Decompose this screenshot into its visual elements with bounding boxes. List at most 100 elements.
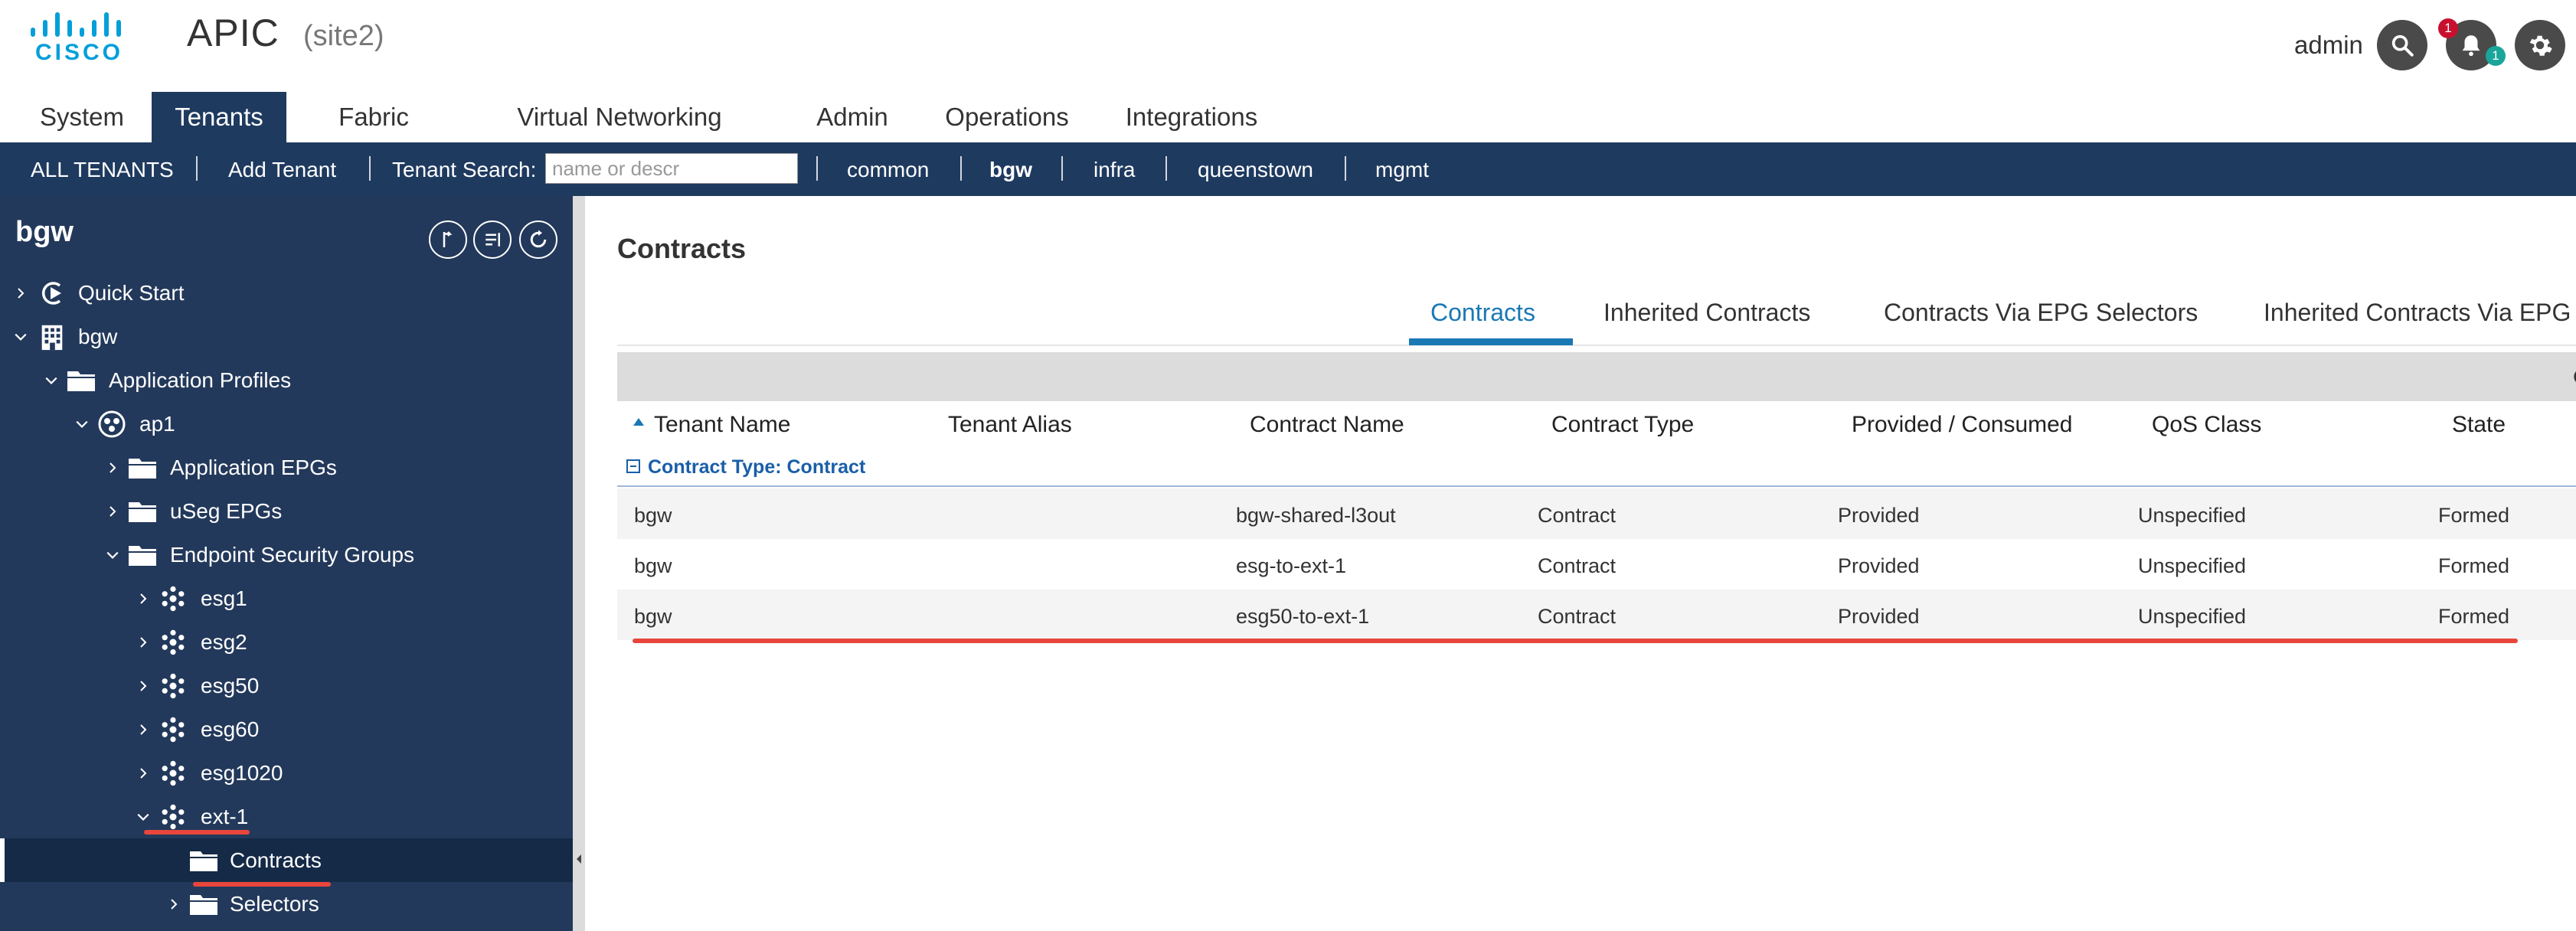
tab-tenants[interactable]: Tenants (152, 92, 286, 142)
column-contract-name[interactable]: Contract Name (1250, 412, 1404, 438)
chevron-right-icon[interactable] (165, 896, 182, 913)
group-label: Contract Type: Contract (648, 456, 866, 478)
cell-tenant: bgw (634, 554, 672, 577)
bell-icon (2462, 35, 2480, 57)
refresh-icon (2574, 371, 2576, 382)
chevron-right-icon[interactable] (135, 590, 152, 607)
tree-collapse-button[interactable] (473, 220, 512, 259)
panel-splitter[interactable] (573, 196, 585, 931)
collapse-handle-icon[interactable] (574, 844, 584, 874)
tree-item-label: esg2 (201, 629, 247, 654)
chevron-right-icon[interactable] (135, 678, 152, 694)
tree-item-application-epgs[interactable]: Application EPGs (0, 446, 573, 489)
cell-contract: bgw-shared-l3out (1236, 504, 1396, 527)
chevron-right-icon[interactable] (104, 459, 121, 476)
separator (1165, 156, 1167, 181)
tree-item-esg60[interactable]: esg60 (0, 707, 573, 751)
tree-refresh-button[interactable] (519, 220, 557, 259)
tree-item-label: ext-1 (201, 804, 249, 828)
tenant-link-infra[interactable]: infra (1093, 158, 1135, 182)
esg-icon (158, 583, 188, 614)
tenant-link-bgw[interactable]: bgw (989, 158, 1032, 182)
table-row[interactable]: bgw bgw-shared-l3out Contract Provided U… (617, 488, 2576, 539)
table-refresh-button[interactable] (2570, 364, 2576, 393)
folder-icon (127, 540, 158, 570)
cisco-logo-bars-icon (29, 9, 121, 37)
tree-item-label: esg1 (201, 586, 247, 610)
tree-item-label: Application EPGs (170, 455, 337, 479)
tree-item-label: esg60 (201, 717, 260, 741)
chevron-right-icon[interactable] (135, 721, 152, 738)
table-row[interactable]: bgw esg-to-ext-1 Contract Provided Unspe… (617, 539, 2576, 590)
table-row[interactable]: bgw esg50-to-ext-1 Contract Provided Uns… (617, 590, 2576, 640)
search-button[interactable] (2377, 20, 2427, 70)
tree-item-esg50[interactable]: esg50 (0, 664, 573, 707)
cisco-logo: CISCO (29, 9, 121, 65)
tenant-link-mgmt[interactable]: mgmt (1375, 158, 1429, 182)
cell-tenant: bgw (634, 504, 672, 527)
tab-inherited-contracts[interactable]: Inherited Contracts (1603, 299, 1810, 327)
tree-item-selectors[interactable]: Selectors (0, 882, 573, 926)
chevron-right-icon[interactable] (104, 503, 121, 520)
settings-button[interactable] (2515, 20, 2565, 70)
cell-type: Contract (1538, 504, 1617, 527)
all-tenants-link[interactable]: ALL TENANTS (31, 158, 174, 182)
tab-inherited-contracts-via-epg[interactable]: Inherited Contracts Via EPG (2264, 299, 2571, 327)
tab-system[interactable]: System (25, 92, 139, 142)
tree-item-esg1[interactable]: esg1 (0, 577, 573, 620)
tenant-search-input[interactable] (545, 153, 798, 184)
column-contract-type[interactable]: Contract Type (1551, 412, 1694, 438)
tree-item-tenant-bgw[interactable]: bgw (0, 315, 573, 358)
tab-contracts-via-epg-selectors[interactable]: Contracts Via EPG Selectors (1884, 299, 2198, 327)
tree-item-label: Contracts (230, 848, 322, 872)
tree-item-esg1020[interactable]: esg1020 (0, 751, 573, 795)
tree-expand-button[interactable] (429, 220, 467, 259)
tab-integrations[interactable]: Integrations (1113, 92, 1270, 142)
tree-item-application-profiles[interactable]: Application Profiles (0, 358, 573, 402)
chevron-down-icon[interactable] (135, 808, 152, 825)
column-tenant-name[interactable]: Tenant Name (654, 412, 790, 438)
column-tenant-alias[interactable]: Tenant Alias (948, 412, 1072, 438)
tab-virtual-networking[interactable]: Virtual Networking (501, 92, 738, 142)
esg-icon (158, 758, 188, 789)
tab-operations[interactable]: Operations (936, 92, 1078, 142)
cell-type: Contract (1538, 554, 1617, 577)
building-icon (37, 322, 67, 352)
column-state[interactable]: State (2452, 412, 2506, 438)
user-menu[interactable]: admin (2294, 31, 2363, 60)
tab-admin[interactable]: Admin (804, 92, 901, 142)
tree-item-useg-epgs[interactable]: uSeg EPGs (0, 489, 573, 533)
esg-icon (158, 714, 188, 745)
folder-icon (188, 845, 219, 876)
tree-item-esg2[interactable]: esg2 (0, 620, 573, 664)
cell-provided-consumed: Provided (1838, 554, 1920, 577)
refresh-icon (530, 230, 547, 248)
chevron-down-icon[interactable] (43, 372, 60, 389)
collapse-group-icon[interactable] (626, 459, 640, 473)
tenant-link-common[interactable]: common (847, 158, 929, 182)
tree-item-ext-1[interactable]: ext-1 (0, 795, 573, 838)
navigation-tree-panel: bgw Quick Start bgw Application Profiles… (0, 196, 573, 931)
chevron-down-icon[interactable] (74, 416, 90, 433)
chevron-right-icon[interactable] (12, 285, 29, 302)
tab-fabric[interactable]: Fabric (322, 92, 426, 142)
sort-ascending-icon[interactable] (633, 416, 645, 430)
tree-item-label: ap1 (139, 411, 175, 436)
add-tenant-link[interactable]: Add Tenant (228, 158, 336, 182)
separator (196, 156, 198, 181)
column-provided-consumed[interactable]: Provided / Consumed (1852, 412, 2073, 438)
tree-item-label: Selectors (230, 891, 319, 916)
tab-contracts[interactable]: Contracts (1430, 299, 1535, 327)
tree-item-contracts[interactable]: Contracts (0, 838, 573, 882)
chevron-right-icon[interactable] (135, 634, 152, 651)
tree-item-quick-start[interactable]: Quick Start (0, 271, 573, 315)
chevron-down-icon[interactable] (12, 328, 29, 345)
table-group-header[interactable]: Contract Type: Contract (617, 444, 2576, 487)
tenant-link-queenstown[interactable]: queenstown (1198, 158, 1313, 182)
column-qos-class[interactable]: QoS Class (2152, 412, 2261, 438)
chevron-down-icon[interactable] (104, 547, 121, 564)
tree-item-endpoint-security-groups[interactable]: Endpoint Security Groups (0, 533, 573, 577)
tree-item-ap1[interactable]: ap1 (0, 402, 573, 446)
chevron-right-icon[interactable] (135, 765, 152, 782)
quick-start-icon (37, 278, 67, 309)
